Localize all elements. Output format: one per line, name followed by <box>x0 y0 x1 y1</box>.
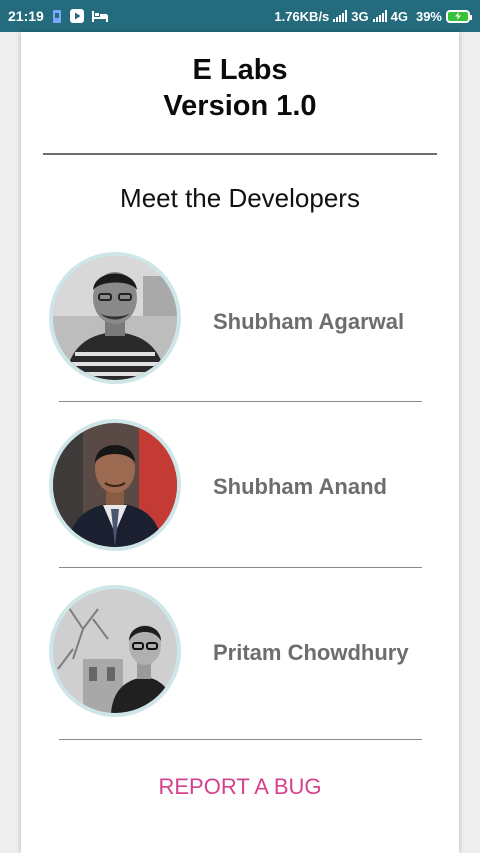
developer-row: Pritam Chowdhury <box>21 583 459 723</box>
signal-icon <box>333 10 348 22</box>
developer-row: Shubham Agarwal <box>21 250 459 390</box>
status-bar: 21:19 1.76KB/s 3G 4G 39% <box>0 0 480 32</box>
section-heading: Meet the Developers <box>120 183 360 213</box>
sim-icon <box>52 9 62 23</box>
developer-row: Shubham Anand <box>21 417 459 557</box>
report-bug-button[interactable]: REPORT A BUG <box>21 772 459 802</box>
developer-name: Shubham Anand <box>213 474 387 499</box>
battery-charging-icon <box>446 9 472 23</box>
row-divider <box>59 739 422 740</box>
battery-percent: 39% <box>415 8 442 24</box>
developer-avatar <box>49 585 181 717</box>
play-store-icon <box>69 9 84 23</box>
row-divider <box>59 401 422 402</box>
developer-avatar <box>49 419 181 551</box>
app-name: E Labs <box>192 54 288 86</box>
network-type-1: 3G <box>351 8 369 24</box>
row-divider <box>59 567 422 568</box>
network-speed: 1.76KB/s <box>274 8 330 24</box>
signal-icon <box>372 10 387 22</box>
network-type-2: 4G <box>390 8 408 24</box>
developer-avatar <box>49 252 181 384</box>
clock: 21:19 <box>8 8 44 24</box>
header-divider <box>43 153 437 155</box>
bed-icon <box>91 10 108 22</box>
developer-name: Pritam Chowdhury <box>213 640 409 665</box>
app-version: Version 1.0 <box>163 90 317 122</box>
about-card: E Labs Version 1.0 Meet the Developers S… <box>21 32 459 853</box>
developer-name: Shubham Agarwal <box>213 309 405 334</box>
